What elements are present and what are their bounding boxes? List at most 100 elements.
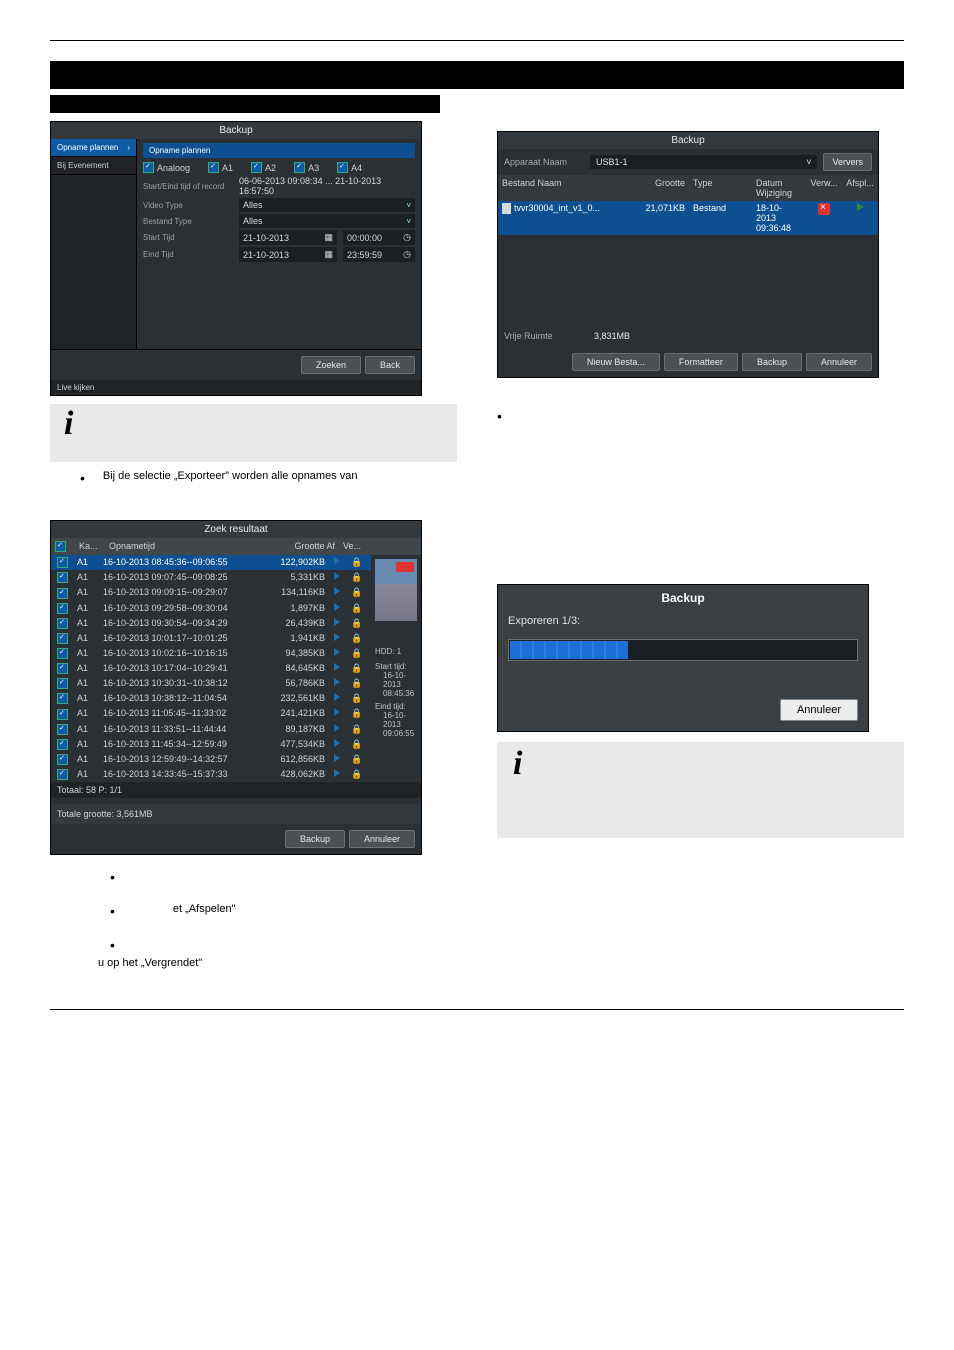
table-row[interactable]: A116-10-2013 12:59:49--14:32:57612,856KB… [51,752,371,767]
video-type-select[interactable]: Alles˅ [239,198,415,212]
file-type-select[interactable]: Alles˅ [239,214,415,228]
chevron-down-icon: ˅ [806,157,811,167]
play-icon[interactable] [334,724,340,732]
play-icon[interactable] [334,557,340,565]
checkbox-row[interactable] [57,678,68,689]
table-row[interactable]: A116-10-2013 10:02:16--10:16:1594,385KB🔒 [51,646,371,661]
backup-button[interactable]: Backup [285,830,345,848]
table-row[interactable]: A116-10-2013 08:45:36--09:06:55122,902KB… [51,555,371,570]
live-view-link[interactable]: Live kijken [51,380,421,395]
play-icon[interactable] [334,769,340,777]
format-button[interactable]: Formatteer [664,353,738,371]
play-icon[interactable] [334,678,340,686]
play-icon[interactable] [334,754,340,762]
sidebar-item-event[interactable]: Bij Evenement [51,157,136,175]
lock-icon[interactable]: 🔒 [351,708,362,718]
device-select[interactable]: USB1-1˅ [590,155,817,169]
hdd-label: HDD: 1 [375,647,417,656]
progress-bar [508,639,858,661]
backup-button[interactable]: Backup [742,353,802,371]
play-icon[interactable] [857,203,864,211]
table-row[interactable]: A116-10-2013 14:33:45--15:37:33428,062KB… [51,767,371,782]
checkbox-row[interactable] [57,754,68,765]
checkbox-row[interactable] [57,618,68,629]
lock-icon[interactable]: 🔒 [351,618,362,628]
back-button[interactable]: Back [365,356,415,374]
screenshot-backup-device: Backup Apparaat Naam USB1-1˅ Ververs Bes… [497,131,879,378]
checkbox-row[interactable] [57,693,68,704]
checkbox-a3[interactable] [294,162,305,173]
brand-logo-icon [396,562,414,572]
start-time-input[interactable]: 00:00:00◷ [343,230,415,245]
checkbox-row[interactable] [57,663,68,674]
lock-icon[interactable]: 🔒 [351,739,362,749]
lock-icon[interactable]: 🔒 [351,648,362,658]
table-row[interactable]: A116-10-2013 09:09:15--09:29:07134,116KB… [51,585,371,600]
checkbox-row[interactable] [57,739,68,750]
play-icon[interactable] [334,739,340,747]
checkbox-row[interactable] [57,724,68,735]
checkbox-row[interactable] [57,557,68,568]
lock-icon[interactable]: 🔒 [351,603,362,613]
start-date-input[interactable]: 21-10-2013▦ [239,230,337,245]
search-button[interactable]: Zoeken [301,356,361,374]
play-icon[interactable] [334,618,340,626]
cancel-button[interactable]: Annuleer [780,699,858,721]
checkbox-row[interactable] [57,648,68,659]
info-icon: i [58,410,79,438]
new-folder-button[interactable]: Nieuw Besta... [572,353,660,371]
screenshot-search-results: Zoek resultaat Ka... Opnametijd Grootte … [50,520,422,855]
play-icon[interactable] [334,663,340,671]
play-icon[interactable] [334,648,340,656]
checkbox-a2[interactable] [251,162,262,173]
lock-icon[interactable]: 🔒 [351,693,362,703]
lock-icon[interactable]: 🔒 [351,754,362,764]
table-row[interactable]: A116-10-2013 11:45:34--12:59:49477,534KB… [51,737,371,752]
end-time-input[interactable]: 23:59:59◷ [343,247,415,262]
refresh-button[interactable]: Ververs [823,153,872,171]
checkbox-a1[interactable] [208,162,219,173]
table-row[interactable]: A116-10-2013 10:01:17--10:01:251,941KB🔒 [51,631,371,646]
lock-icon[interactable]: 🔒 [351,587,362,597]
table-row[interactable]: A116-10-2013 10:17:04--10:29:4184,645KB🔒 [51,661,371,676]
free-space-value: 3,831MB [594,331,630,341]
table-row[interactable]: A116-10-2013 11:33:51--11:44:4489,187KB🔒 [51,722,371,737]
lock-icon[interactable]: 🔒 [351,633,362,643]
play-icon[interactable] [334,693,340,701]
checkbox-row[interactable] [57,603,68,614]
checkbox-row[interactable] [57,769,68,780]
play-icon[interactable] [334,587,340,595]
play-icon[interactable] [334,603,340,611]
paragraph-export: Bij de selectie „Exporteer" worden alle … [103,470,358,482]
lock-icon[interactable]: 🔒 [351,572,362,582]
lock-icon[interactable]: 🔒 [351,678,362,688]
cancel-button[interactable]: Annuleer [806,353,872,371]
lock-icon[interactable]: 🔒 [351,663,362,673]
end-date-input[interactable]: 21-10-2013▦ [239,247,337,262]
play-icon[interactable] [334,633,340,641]
table-row[interactable]: A116-10-2013 10:30:31--10:38:1256,786KB🔒 [51,676,371,691]
checkbox-row[interactable] [57,572,68,583]
play-icon[interactable] [334,708,340,716]
lock-icon[interactable]: 🔒 [351,724,362,734]
table-row[interactable]: A116-10-2013 09:30:54--09:34:2926,439KB🔒 [51,616,371,631]
table-row[interactable]: A116-10-2013 11:05:45--11:33:02241,421KB… [51,706,371,721]
table-row[interactable]: A116-10-2013 09:07:45--09:08:255,331KB🔒 [51,570,371,585]
sidebar-item-schedule[interactable]: Opname plannen › [51,139,136,157]
delete-icon[interactable] [818,203,830,215]
lock-icon[interactable]: 🔒 [351,769,362,779]
window-title: Backup [498,585,868,611]
table-row[interactable]: A116-10-2013 09:29:58--09:30:041,897KB🔒 [51,601,371,616]
checkbox-analog[interactable] [143,162,154,173]
lock-icon[interactable]: 🔒 [351,557,362,567]
checkbox-row[interactable] [57,709,68,720]
section-black-bar [50,61,904,89]
checkbox-all[interactable] [55,541,66,552]
checkbox-a4[interactable] [337,162,348,173]
table-row[interactable]: tvvr30004_int_v1_0... 21,071KB Bestand 1… [498,201,878,235]
cancel-button[interactable]: Annuleer [349,830,415,848]
checkbox-row[interactable] [57,588,68,599]
table-row[interactable]: A116-10-2013 10:38:12--11:04:54232,561KB… [51,691,371,706]
play-icon[interactable] [334,572,340,580]
checkbox-row[interactable] [57,633,68,644]
